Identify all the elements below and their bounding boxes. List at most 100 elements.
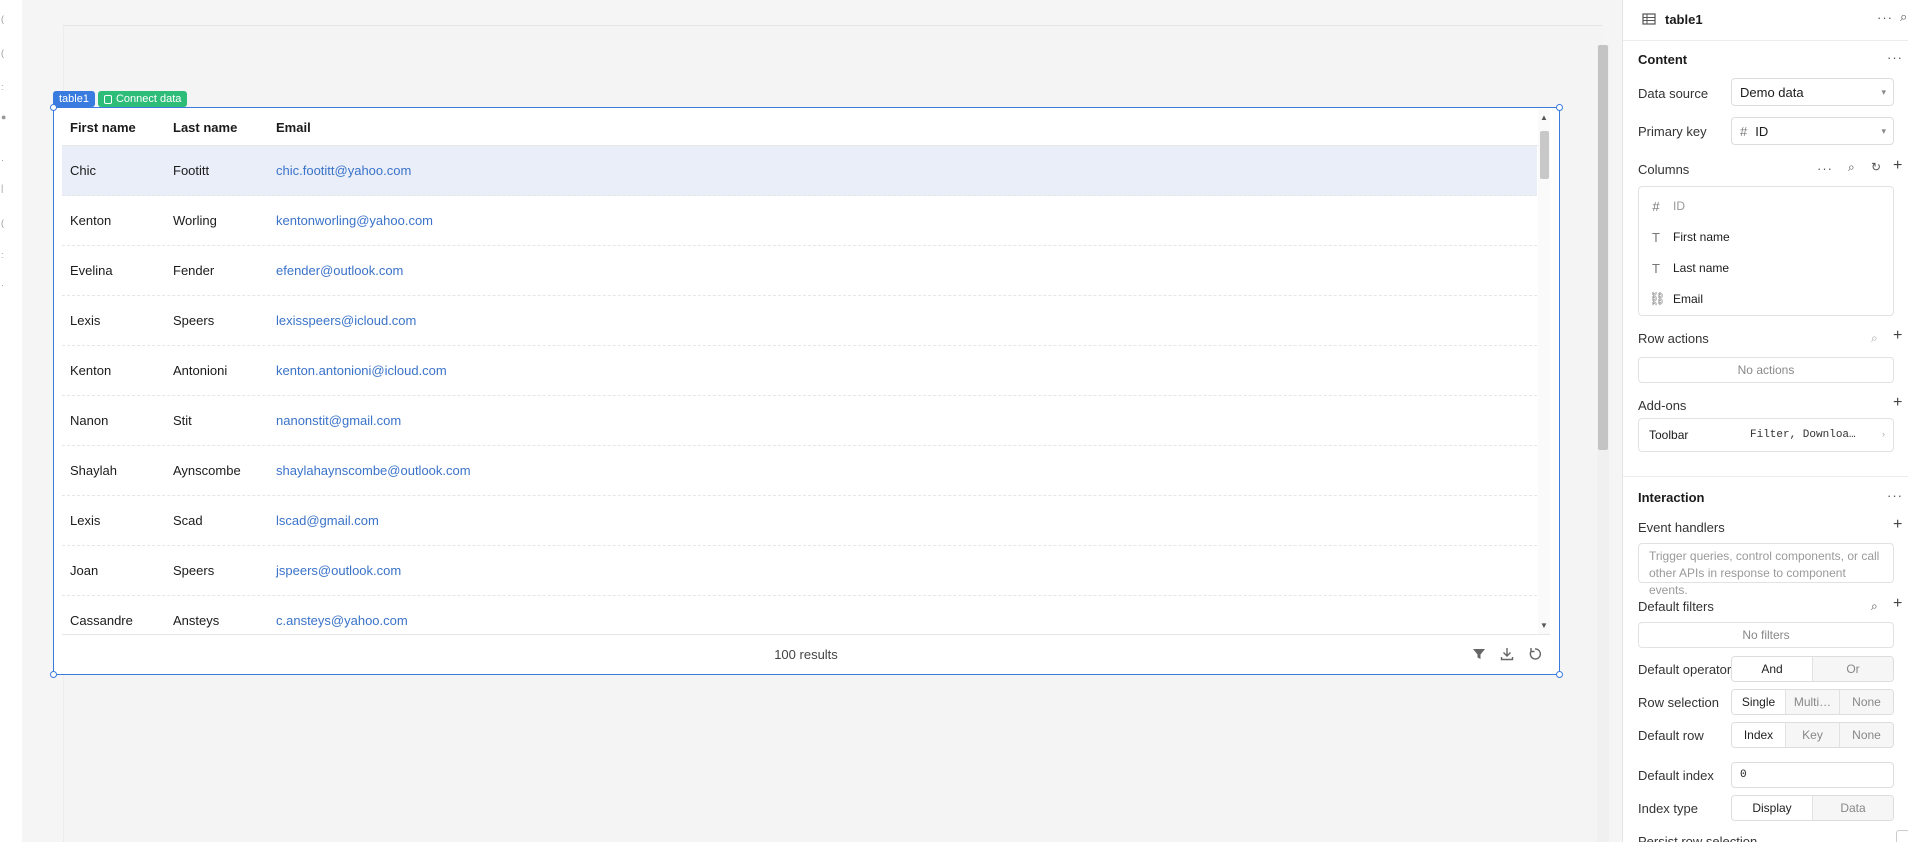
rail-icon[interactable]: :	[1, 82, 7, 92]
cell-email[interactable]: lexisspeers@icloud.com	[276, 313, 416, 328]
table-scrollbar[interactable]: ▲ ▼	[1538, 109, 1550, 634]
index-type-option-data[interactable]: Data	[1812, 796, 1893, 820]
default-filters-empty[interactable]: No filters	[1638, 622, 1894, 648]
chevron-down-icon: ▾	[1881, 126, 1886, 136]
default-row-option-none[interactable]: None	[1839, 723, 1893, 747]
data-source-select[interactable]: Demo data ▾	[1731, 78, 1894, 106]
column-name: First name	[1673, 230, 1730, 244]
table-row[interactable]: Kenton Worling kentonworling@yahoo.com	[62, 196, 1537, 246]
canvas-scroll-thumb[interactable]	[1598, 45, 1608, 450]
cell-email[interactable]: kenton.antonioni@icloud.com	[276, 363, 447, 378]
column-item-email[interactable]: ⛓ Email	[1649, 289, 1703, 309]
row-selection-option-none[interactable]: None	[1839, 690, 1893, 714]
columns-list: # ID T First name T Last name ⛓ Email	[1638, 186, 1894, 316]
table-component[interactable]: First name Last name Email Chic Footitt …	[50, 104, 1563, 678]
add-event-handler-button[interactable]: +	[1893, 516, 1902, 534]
columns-sync-icon[interactable]: ↻	[1871, 160, 1881, 174]
column-item-last-name[interactable]: T Last name	[1649, 258, 1729, 278]
default-row-option-index[interactable]: Index	[1732, 723, 1785, 747]
component-name-tag[interactable]: table1	[53, 91, 95, 107]
table-row[interactable]: Joan Speers jspeers@outlook.com	[62, 546, 1537, 596]
row-actions-empty[interactable]: No actions	[1638, 357, 1894, 383]
results-count: 100 results	[774, 647, 838, 662]
add-column-button[interactable]: +	[1893, 157, 1902, 175]
columns-comment-icon[interactable]: ⌕	[1848, 160, 1855, 175]
row-selection-option-single[interactable]: Single	[1732, 690, 1785, 714]
table-row[interactable]: Cassandre Ansteys c.ansteys@yahoo.com	[62, 596, 1537, 634]
table-row[interactable]: Chic Footitt chic.footitt@yahoo.com	[62, 146, 1537, 196]
table-row[interactable]: Shaylah Aynscombe shaylahaynscombe@outlo…	[62, 446, 1537, 496]
resize-handle[interactable]	[1556, 104, 1563, 111]
connect-data-tag[interactable]: Connect data	[97, 91, 188, 107]
cell-email[interactable]: lscad@gmail.com	[276, 513, 379, 528]
divider	[1623, 40, 1908, 41]
download-icon[interactable]	[1500, 647, 1514, 661]
event-handlers-hint[interactable]: Trigger queries, control components, or …	[1638, 543, 1894, 597]
table-row[interactable]: Evelina Fender efender@outlook.com	[62, 246, 1537, 296]
event-handlers-label: Event handlers	[1638, 520, 1725, 535]
rail-icon[interactable]: ●	[1, 112, 7, 122]
cell-email[interactable]: nanonstit@gmail.com	[276, 413, 401, 428]
interaction-more-icon[interactable]: ···	[1887, 488, 1903, 503]
cell-last-name: Ansteys	[173, 613, 220, 628]
cell-email[interactable]: efender@outlook.com	[276, 263, 403, 278]
refresh-icon[interactable]	[1528, 647, 1542, 661]
scroll-up-icon[interactable]: ▲	[1540, 113, 1548, 122]
left-rail: ( ( : ● · | ( : ·	[0, 0, 22, 842]
columns-more-icon[interactable]: ···	[1817, 161, 1833, 176]
resize-handle[interactable]	[50, 104, 57, 111]
resize-handle[interactable]	[1556, 671, 1563, 678]
canvas-scrollbar[interactable]	[1597, 45, 1609, 842]
default-index-input[interactable]: 0	[1731, 762, 1894, 788]
default-row-option-key[interactable]: Key	[1785, 723, 1839, 747]
default-filters-comment-icon[interactable]: ⌕	[1871, 599, 1878, 614]
rail-icon[interactable]: (	[1, 14, 7, 24]
cell-email[interactable]: shaylahaynscombe@outlook.com	[276, 463, 471, 478]
chevron-right-icon: ›	[1882, 429, 1885, 439]
cell-email[interactable]: c.ansteys@yahoo.com	[276, 613, 408, 628]
table-row[interactable]: Lexis Speers lexisspeers@icloud.com	[62, 296, 1537, 346]
index-type-option-display[interactable]: Display	[1732, 796, 1812, 820]
header-email[interactable]: Email	[276, 120, 311, 135]
toolbar-addon[interactable]: Toolbar Filter, Downloa… ›	[1638, 418, 1894, 452]
rail-icon[interactable]: (	[1, 218, 7, 228]
cell-email[interactable]: chic.footitt@yahoo.com	[276, 163, 411, 178]
inspector-title[interactable]: table1	[1665, 12, 1703, 27]
interaction-heading: Interaction	[1638, 490, 1705, 505]
table-row[interactable]: Nanon Stit nanonstit@gmail.com	[62, 396, 1537, 446]
rail-icon[interactable]: ·	[1, 155, 7, 165]
more-options-icon[interactable]: ···	[1877, 10, 1893, 25]
column-item-first-name[interactable]: T First name	[1649, 227, 1730, 247]
add-addon-button[interactable]: +	[1893, 394, 1902, 412]
cell-first-name: Lexis	[70, 313, 101, 328]
header-first-name[interactable]: First name	[70, 120, 136, 135]
search-icon[interactable]: ⌕	[1900, 9, 1907, 25]
cell-email[interactable]: jspeers@outlook.com	[276, 563, 401, 578]
add-row-action-button[interactable]: +	[1893, 327, 1902, 345]
primary-key-select[interactable]: # ID ▾	[1731, 117, 1894, 145]
table-scroll-thumb[interactable]	[1540, 131, 1549, 179]
persist-row-selection-checkbox[interactable]	[1896, 830, 1908, 842]
operator-option-or[interactable]: Or	[1812, 657, 1893, 681]
column-name: ID	[1673, 199, 1685, 213]
cell-email[interactable]: kentonworling@yahoo.com	[276, 213, 433, 228]
operator-option-and[interactable]: And	[1732, 657, 1812, 681]
cell-first-name: Kenton	[70, 213, 112, 228]
rail-icon[interactable]: (	[1, 48, 7, 58]
row-selection-option-multi[interactable]: Multi…	[1785, 690, 1839, 714]
table-row[interactable]: Kenton Antonioni kenton.antonioni@icloud…	[62, 346, 1537, 396]
columns-label: Columns	[1638, 162, 1690, 177]
resize-handle[interactable]	[50, 671, 57, 678]
rail-icon[interactable]: |	[1, 183, 7, 193]
header-last-name[interactable]: Last name	[173, 120, 237, 135]
scroll-down-icon[interactable]: ▼	[1540, 621, 1548, 630]
row-actions-comment-icon[interactable]: ⌕	[1871, 331, 1878, 346]
filter-icon[interactable]	[1472, 647, 1486, 661]
column-item-id[interactable]: # ID	[1649, 196, 1685, 216]
content-more-icon[interactable]: ···	[1887, 50, 1903, 65]
rail-icon[interactable]: ·	[1, 280, 7, 290]
rail-icon[interactable]: :	[1, 250, 7, 260]
table-row[interactable]: Lexis Scad lscad@gmail.com	[62, 496, 1537, 546]
connect-data-label: Connect data	[115, 93, 182, 105]
add-default-filter-button[interactable]: +	[1893, 595, 1902, 613]
